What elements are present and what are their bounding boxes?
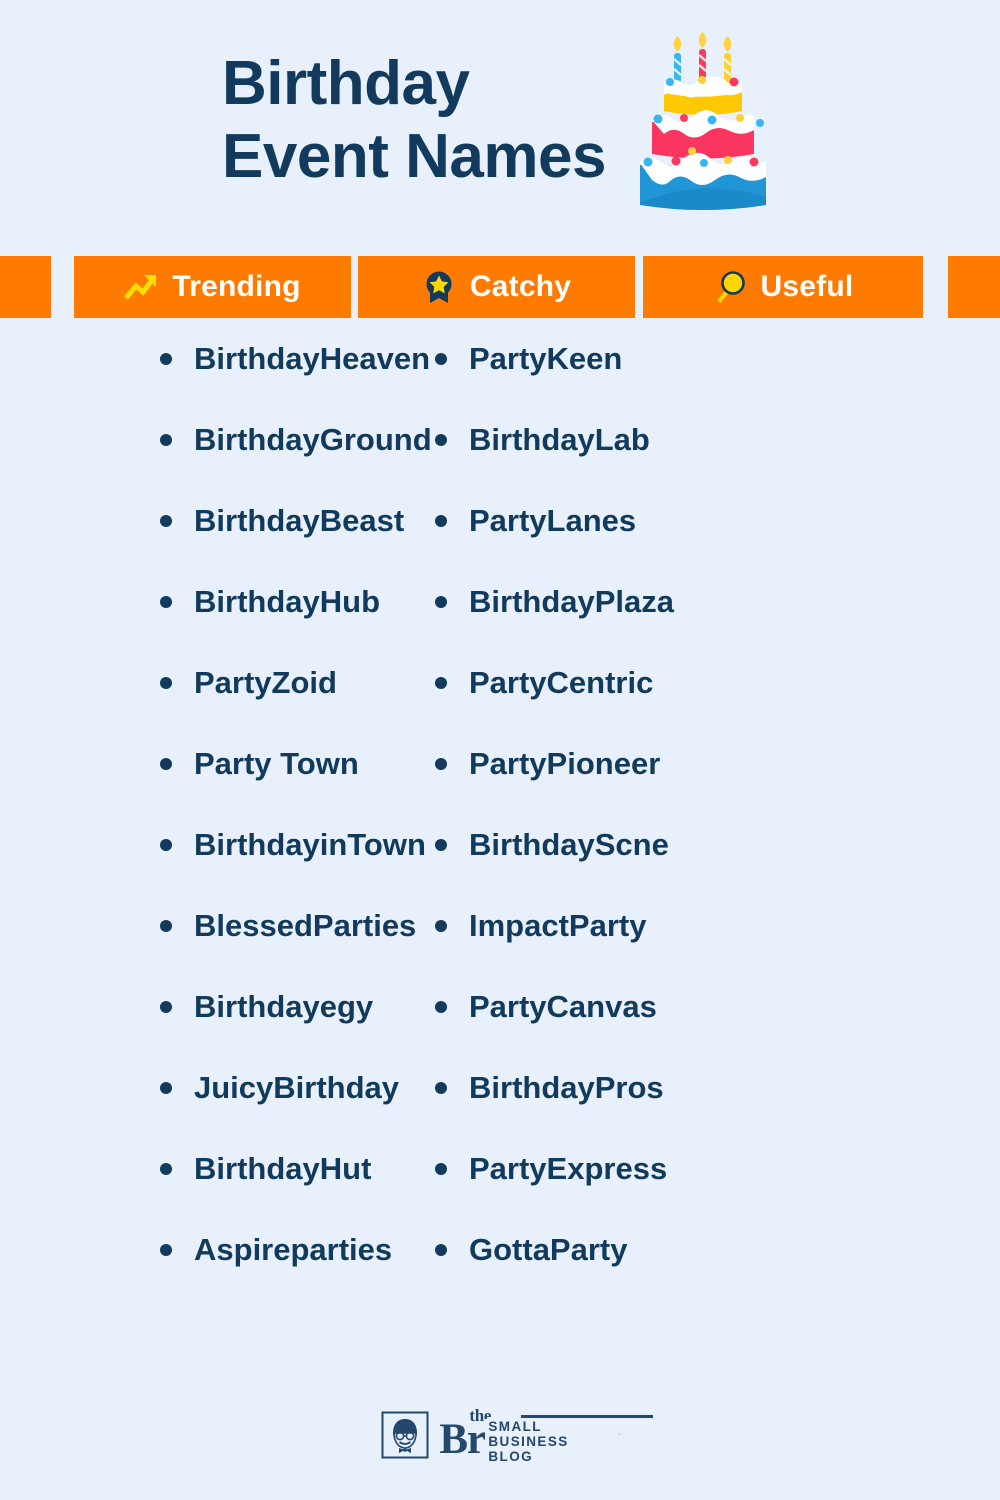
list-item[interactable]: BirthdayPros: [425, 1047, 1000, 1128]
tag-catchy[interactable]: Catchy: [358, 256, 635, 318]
list-item[interactable]: PartyLanes: [425, 480, 1000, 561]
brandboy-wordmark: the BrandBoy SMALL BUSINESS BLOG: [439, 1406, 654, 1464]
tag-trending[interactable]: Trending: [74, 256, 351, 318]
page-header: Birthday Event Names: [0, 0, 1000, 252]
list-item[interactable]: PartyExpress: [425, 1128, 1000, 1209]
list-item[interactable]: PartyZoid: [150, 642, 415, 723]
list-item[interactable]: PartyCentric: [425, 642, 1000, 723]
star-badge-icon: [422, 270, 456, 304]
list-item[interactable]: PartyKeen: [425, 318, 1000, 399]
trending-up-icon: [124, 270, 158, 304]
list-item[interactable]: BirthdayScne: [425, 804, 1000, 885]
tag-label: Catchy: [469, 270, 572, 303]
list-item[interactable]: PartyCanvas: [425, 966, 1000, 1047]
list-item[interactable]: PartyPioneer: [425, 723, 1000, 804]
list-item[interactable]: BirthdayBeast: [150, 480, 415, 561]
tag-bar-edge-right: [948, 256, 1000, 318]
list-item[interactable]: BirthdayHut: [150, 1128, 415, 1209]
list-item[interactable]: JuicyBirthday: [150, 1047, 415, 1128]
logo-rule: [521, 1415, 654, 1418]
name-list-right-column: PartyKeen BirthdayLab PartyLanes Birthda…: [415, 318, 1000, 1290]
name-lists: BirthdayHeaven BirthdayGround BirthdayBe…: [0, 318, 1000, 1290]
tag-label: Useful: [760, 270, 854, 303]
page-title: Birthday Event Names: [222, 48, 606, 191]
birthday-cake-icon: [628, 25, 778, 215]
tag-useful[interactable]: Useful: [643, 256, 923, 318]
page-footer: the BrandBoy SMALL BUSINESS BLOG: [0, 1385, 1000, 1485]
tag-label: Trending: [172, 270, 301, 303]
list-item[interactable]: BirthdayPlaza: [425, 561, 1000, 642]
list-item[interactable]: BlessedParties: [150, 885, 416, 966]
list-item[interactable]: BirthdayHub: [150, 561, 415, 642]
logo-tagline: SMALL BUSINESS BLOG: [485, 1419, 619, 1464]
list-item[interactable]: Party Town: [150, 723, 415, 804]
list-item[interactable]: BirthdayGround: [150, 399, 432, 480]
magnifier-icon: [713, 270, 747, 304]
list-item[interactable]: BirthdayinTown: [150, 804, 426, 885]
boy-face-icon: [381, 1411, 429, 1459]
list-item[interactable]: BirthdayLab: [425, 399, 1000, 480]
list-item[interactable]: Aspireparties: [150, 1209, 415, 1290]
name-list: BirthdayHeaven BirthdayGround BirthdayBe…: [150, 318, 432, 1290]
list-item[interactable]: ImpactParty: [425, 885, 1000, 966]
name-list-left-column: BirthdayHeaven BirthdayGround BirthdayBe…: [0, 318, 432, 1290]
header-inner: Birthday Event Names: [222, 25, 778, 215]
brandboy-logo[interactable]: the BrandBoy SMALL BUSINESS BLOG: [381, 1406, 654, 1464]
tag-bar-edge-left: [0, 256, 51, 318]
list-item[interactable]: Birthdayegy: [150, 966, 415, 1047]
list-item[interactable]: GottaParty: [425, 1209, 1000, 1290]
tag-bar: Trending Catchy Useful: [0, 256, 1000, 318]
name-list: PartyKeen BirthdayLab PartyLanes Birthda…: [425, 318, 1000, 1290]
list-item[interactable]: BirthdayHeaven: [150, 318, 430, 399]
